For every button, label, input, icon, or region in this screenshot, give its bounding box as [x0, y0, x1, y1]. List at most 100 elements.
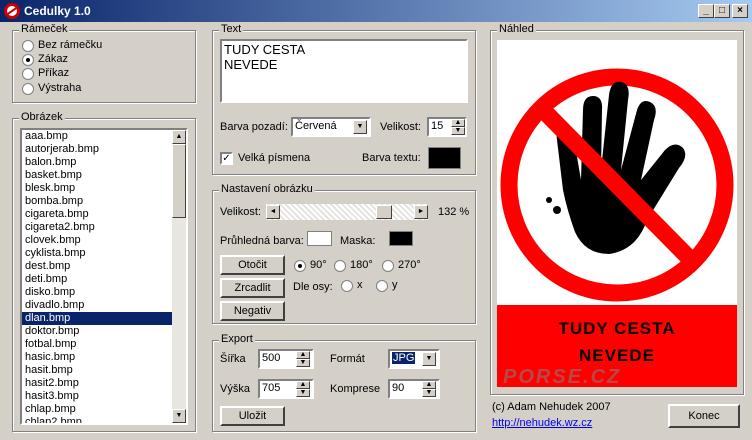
slider-right-icon[interactable]: ► [414, 205, 428, 219]
exit-button[interactable]: Konec [668, 404, 740, 428]
image-list-item[interactable]: blesk.bmp [22, 182, 173, 195]
image-list-item[interactable]: cyklista.bmp [22, 247, 173, 260]
spin-down-icon[interactable]: ▼ [451, 127, 465, 135]
frame-option-zakaz-radio[interactable] [22, 54, 34, 66]
text-color-swatch[interactable] [428, 147, 461, 169]
sign-text-input[interactable]: TUDY CESTA NEVEDE [220, 39, 468, 103]
height-spinner[interactable]: 705 ▲ ▼ [258, 379, 314, 399]
rotate-180-radio[interactable] [334, 260, 346, 272]
text-group-title: Text [219, 23, 244, 35]
image-list[interactable]: aaa.bmp autorjerab.bmp balon.bmp basket.bmp… [20, 128, 188, 425]
axis-y-label: y [392, 279, 398, 291]
axis-label: Dle osy: [293, 281, 333, 293]
format-select[interactable]: JPG ▼ [388, 349, 440, 369]
minimize-button[interactable]: _ [698, 4, 714, 18]
spin-down-icon[interactable]: ▼ [296, 359, 310, 367]
image-list-item[interactable]: aaa.bmp [22, 130, 173, 143]
scroll-down-button[interactable]: ▼ [172, 409, 186, 423]
preview-image: TUDY CESTA NEVEDE PORSE.CZ [497, 40, 737, 387]
height-value: 705 [262, 382, 281, 394]
spin-up-icon[interactable]: ▲ [422, 381, 436, 389]
sign-line1: TUDY CESTA [558, 319, 676, 338]
spin-up-icon[interactable]: ▲ [296, 381, 310, 389]
axis-x-radio[interactable] [341, 280, 353, 292]
mask-color-swatch[interactable] [389, 231, 413, 246]
image-list-item[interactable]: balon.bmp [22, 156, 173, 169]
compression-spinner[interactable]: 90 ▲ ▼ [388, 379, 440, 399]
frame-option-none-radio[interactable] [22, 40, 34, 52]
mirror-button[interactable]: Zrcadlit [220, 278, 285, 298]
image-list-item[interactable]: clovek.bmp [22, 234, 173, 247]
image-size-percent: 132 % [438, 206, 470, 218]
image-list-item[interactable]: dlan.bmp [22, 312, 173, 325]
close-button[interactable]: × [732, 4, 748, 18]
image-list-item[interactable]: doktor.bmp [22, 325, 173, 338]
background-color-select[interactable]: Červená ▼ [291, 117, 371, 137]
image-list-item[interactable]: fotbal.bmp [22, 338, 173, 351]
image-list-item[interactable]: cigareta.bmp [22, 208, 173, 221]
copyright-text: (c) Adam Nehudek 2007 [492, 401, 611, 413]
spin-up-icon[interactable]: ▲ [451, 119, 465, 127]
spin-up-icon[interactable]: ▲ [296, 351, 310, 359]
spin-down-icon[interactable]: ▼ [422, 389, 436, 397]
sign-text-line2: NEVEDE [224, 57, 278, 72]
image-list-item[interactable]: hasit2.bmp [22, 377, 173, 390]
image-list-item[interactable]: deti.bmp [22, 273, 173, 286]
image-list-item[interactable]: disko.bmp [22, 286, 173, 299]
image-list-item[interactable]: autorjerab.bmp [22, 143, 173, 156]
frame-option-vystraha-label: Výstraha [38, 82, 82, 94]
image-group-title: Obrázek [19, 111, 65, 123]
preview-group-title: Náhled [497, 23, 536, 35]
rotate-button[interactable]: Otočit [220, 255, 285, 275]
slider-left-icon[interactable]: ◄ [266, 205, 280, 219]
image-list-item[interactable]: chlap.bmp [22, 403, 173, 416]
axis-y-radio[interactable] [376, 280, 388, 292]
scroll-thumb[interactable] [172, 144, 186, 218]
slider-thumb[interactable] [376, 205, 392, 219]
uppercase-checkbox[interactable]: ✓ [220, 152, 233, 165]
frame-option-prikaz-radio[interactable] [22, 68, 34, 80]
image-list-item[interactable]: basket.bmp [22, 169, 173, 182]
maximize-button[interactable]: □ [714, 4, 730, 18]
font-size-label: Velikost: [380, 121, 421, 133]
export-group-title: Export [219, 333, 255, 345]
image-list-item[interactable]: hasit.bmp [22, 364, 173, 377]
chevron-down-icon[interactable]: ▼ [422, 352, 436, 366]
uppercase-label: Velká písmena [238, 152, 311, 164]
image-list-item[interactable]: bomba.bmp [22, 195, 173, 208]
transparent-color-swatch[interactable] [307, 231, 332, 246]
window-title: Cedulky 1.0 [24, 4, 91, 18]
image-list-scrollbar[interactable]: ▲ ▼ [172, 130, 186, 423]
negative-button[interactable]: Negativ [220, 301, 285, 321]
sign-line2: NEVEDE [579, 346, 655, 365]
width-spinner[interactable]: 500 ▲ ▼ [258, 349, 314, 369]
image-list-item[interactable]: chlap2.bmp [22, 416, 173, 423]
image-list-item[interactable]: hasit3.bmp [22, 390, 173, 403]
font-size-value: 15 [431, 120, 444, 132]
width-label: Šířka [220, 353, 246, 365]
font-size-spinner[interactable]: 15 ▲ ▼ [427, 117, 467, 137]
scroll-up-button[interactable]: ▲ [172, 130, 186, 144]
watermark-text: PORSE.CZ [503, 366, 622, 387]
compression-value: 90 [392, 382, 405, 394]
rotate-90-radio[interactable] [294, 260, 306, 272]
width-value: 500 [262, 352, 281, 364]
image-list-item[interactable]: dest.bmp [22, 260, 173, 273]
frame-option-vystraha-radio[interactable] [22, 83, 34, 95]
image-size-label: Velikost: [220, 206, 261, 218]
chevron-down-icon[interactable]: ▼ [353, 120, 367, 134]
text-color-label: Barva textu: [362, 152, 421, 164]
rotate-270-label: 270° [398, 259, 421, 271]
rotate-270-radio[interactable] [382, 260, 394, 272]
frame-option-zakaz-label: Zákaz [38, 53, 68, 65]
image-list-item[interactable]: cigareta2.bmp [22, 221, 173, 234]
image-settings-group-title: Nastavení obrázku [219, 183, 315, 195]
save-button[interactable]: Uložit [220, 406, 285, 426]
frame-option-none-label: Bez rámečku [38, 39, 103, 51]
spin-down-icon[interactable]: ▼ [296, 389, 310, 397]
image-size-slider[interactable]: ◄ ► [266, 204, 428, 220]
mask-label: Maska: [340, 235, 376, 247]
image-list-item[interactable]: divadlo.bmp [22, 299, 173, 312]
website-link[interactable]: http://nehudek.wz.cz [492, 417, 592, 429]
image-list-item[interactable]: hasic.bmp [22, 351, 173, 364]
